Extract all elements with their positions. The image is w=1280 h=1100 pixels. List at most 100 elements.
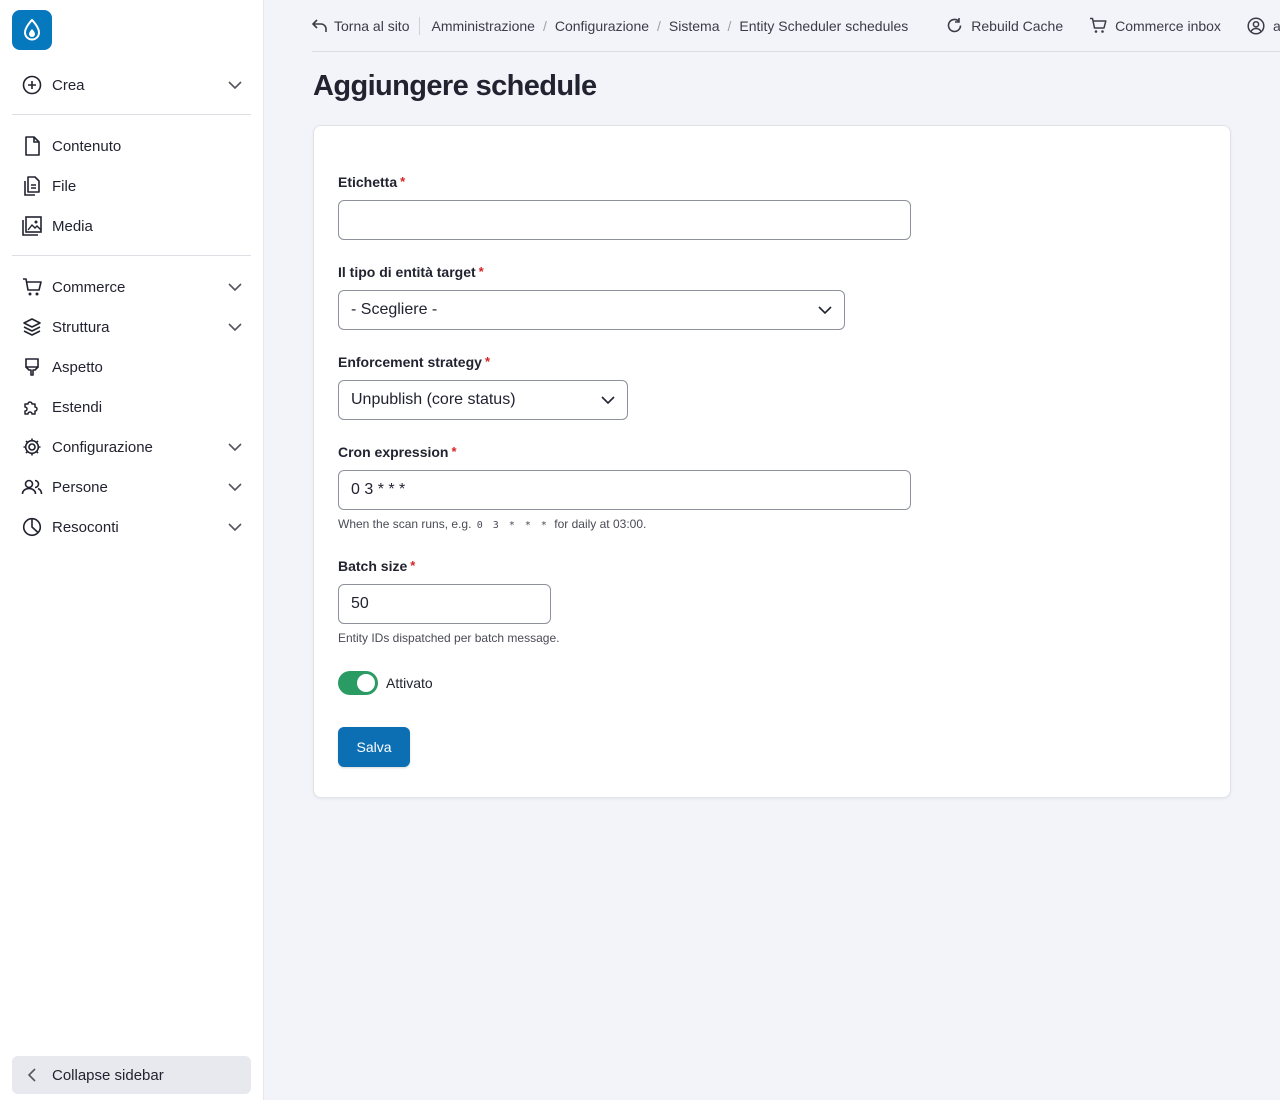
chevron-down-icon bbox=[219, 523, 251, 531]
field-label-text: Cron expression bbox=[338, 444, 449, 460]
return-arrow-icon bbox=[312, 18, 327, 32]
cron-desc-before: When the scan runs, e.g. bbox=[338, 517, 472, 531]
sidebar-item-label: Crea bbox=[52, 76, 85, 94]
rebuild-cache-label: Rebuild Cache bbox=[971, 17, 1064, 34]
sidebar-item-label: Resoconti bbox=[52, 518, 119, 536]
sidebar-item-label: Aspetto bbox=[52, 358, 103, 376]
sidebar-item-label: Estendi bbox=[52, 398, 103, 416]
field-label-text: Enforcement strategy bbox=[338, 354, 482, 370]
sidebar-item-appearance[interactable]: Aspetto bbox=[12, 349, 251, 385]
page-title: Aggiungere schedule bbox=[313, 70, 597, 102]
batch-size-input[interactable]: 50 bbox=[338, 584, 551, 624]
sidebar-item-people[interactable]: Persone bbox=[12, 469, 251, 505]
gear-icon bbox=[12, 437, 52, 457]
sidebar-item-label: Struttura bbox=[52, 318, 110, 336]
sidebar: Crea Contenuto File Media Commerce Strut… bbox=[0, 0, 264, 1100]
label-field-label: Etichetta * bbox=[338, 174, 405, 190]
chevron-left-icon bbox=[12, 1068, 52, 1082]
label-input[interactable] bbox=[338, 200, 911, 240]
field-label-text: Il tipo di entità target bbox=[338, 264, 476, 280]
chevron-down-icon bbox=[219, 283, 251, 291]
sidebar-item-label: Persone bbox=[52, 478, 108, 496]
collapse-sidebar-label: Collapse sidebar bbox=[52, 1066, 164, 1084]
sidebar-item-reports[interactable]: Resoconti bbox=[12, 509, 251, 545]
save-button[interactable]: Salva bbox=[338, 727, 410, 767]
sidebar-item-label: Configurazione bbox=[52, 438, 153, 456]
target-type-value: - Scegliere - bbox=[351, 301, 438, 318]
enabled-toggle-label: Attivato bbox=[386, 675, 433, 691]
breadcrumb-system[interactable]: Sistema bbox=[669, 18, 720, 34]
chevron-down-icon bbox=[219, 81, 251, 89]
breadcrumb-separator: / bbox=[727, 17, 732, 34]
batch-field-label: Batch size * bbox=[338, 558, 415, 574]
cart-icon bbox=[12, 277, 52, 297]
strategy-select[interactable]: Unpublish (core status) bbox=[338, 380, 628, 420]
cart-icon bbox=[1090, 17, 1107, 33]
top-bar: Torna al sito Amministrazione / Configur… bbox=[312, 0, 1280, 52]
back-to-site-label: Torna al sito bbox=[334, 17, 410, 34]
brush-icon bbox=[12, 357, 52, 377]
refresh-icon bbox=[947, 18, 962, 33]
sidebar-divider bbox=[12, 114, 251, 115]
cron-desc-after: for daily at 03:00. bbox=[554, 517, 647, 531]
commerce-inbox-button[interactable]: Commerce inbox bbox=[1089, 17, 1221, 34]
required-marker: * bbox=[478, 264, 484, 279]
cron-desc-code: 0 3 * * * bbox=[476, 520, 549, 531]
chevron-down-icon bbox=[219, 443, 251, 451]
sidebar-item-media[interactable]: Media bbox=[12, 208, 251, 244]
chevron-down-icon bbox=[818, 306, 832, 314]
sidebar-item-label: Commerce bbox=[52, 278, 126, 296]
document-icon bbox=[12, 136, 52, 156]
plus-circle-icon bbox=[12, 75, 52, 95]
strategy-value: Unpublish (core status) bbox=[351, 391, 516, 408]
user-menu-label: adm bbox=[1272, 17, 1280, 34]
target-type-field-label: Il tipo di entità target * bbox=[338, 264, 484, 280]
user-menu-button[interactable]: adm bbox=[1247, 16, 1280, 35]
cron-field-label: Cron expression * bbox=[338, 444, 457, 460]
layers-icon bbox=[12, 317, 52, 337]
chevron-down-icon bbox=[219, 483, 251, 491]
required-marker: * bbox=[410, 558, 416, 573]
sidebar-item-label: File bbox=[52, 177, 77, 195]
cron-input[interactable]: 0 3 * * * bbox=[338, 470, 911, 510]
batch-description: Entity IDs dispatched per batch message. bbox=[338, 631, 560, 645]
back-to-site-link[interactable]: Torna al sito bbox=[312, 16, 421, 35]
field-label-text: Etichetta bbox=[338, 174, 398, 190]
schedule-form: Etichetta * Il tipo di entità target * - S… bbox=[313, 125, 1231, 798]
required-marker: * bbox=[400, 174, 406, 189]
sidebar-item-extend[interactable]: Estendi bbox=[12, 389, 251, 425]
toggle-knob bbox=[357, 674, 375, 692]
piechart-icon bbox=[12, 517, 52, 537]
files-icon bbox=[12, 176, 52, 196]
media-icon bbox=[12, 216, 52, 236]
sidebar-divider bbox=[12, 255, 251, 256]
puzzle-icon bbox=[12, 397, 52, 417]
required-marker: * bbox=[484, 354, 490, 369]
user-circle-icon bbox=[1247, 16, 1265, 35]
breadcrumb-administration[interactable]: Amministrazione bbox=[431, 18, 534, 34]
drop-icon bbox=[23, 19, 41, 41]
rebuild-cache-button[interactable]: Rebuild Cache bbox=[946, 17, 1063, 34]
chevron-down-icon bbox=[601, 396, 615, 404]
sidebar-item-create[interactable]: Crea bbox=[12, 67, 251, 103]
people-icon bbox=[12, 477, 52, 497]
breadcrumb-entity-scheduler[interactable]: Entity Scheduler schedules bbox=[739, 18, 908, 34]
breadcrumb-configuration[interactable]: Configurazione bbox=[555, 18, 649, 34]
target-type-select[interactable]: - Scegliere - bbox=[338, 290, 845, 330]
cron-description: When the scan runs, e.g. 0 3 * * * for d… bbox=[338, 517, 646, 531]
strategy-field-label: Enforcement strategy * bbox=[338, 354, 490, 370]
enabled-toggle[interactable] bbox=[338, 671, 378, 695]
sidebar-item-configuration[interactable]: Configurazione bbox=[12, 429, 251, 465]
sidebar-item-commerce[interactable]: Commerce bbox=[12, 269, 251, 305]
sidebar-item-label: Contenuto bbox=[52, 137, 122, 155]
breadcrumb-separator: / bbox=[657, 17, 661, 34]
chevron-down-icon bbox=[219, 323, 251, 331]
sidebar-item-files[interactable]: File bbox=[12, 168, 251, 204]
sidebar-item-label: Media bbox=[52, 217, 93, 235]
commerce-inbox-label: Commerce inbox bbox=[1115, 17, 1221, 34]
sidebar-item-structure[interactable]: Struttura bbox=[12, 309, 251, 345]
sidebar-item-content[interactable]: Contenuto bbox=[12, 128, 251, 164]
required-marker: * bbox=[451, 444, 457, 459]
collapse-sidebar-button[interactable]: Collapse sidebar bbox=[12, 1056, 251, 1094]
drupal-logo[interactable] bbox=[12, 10, 52, 50]
